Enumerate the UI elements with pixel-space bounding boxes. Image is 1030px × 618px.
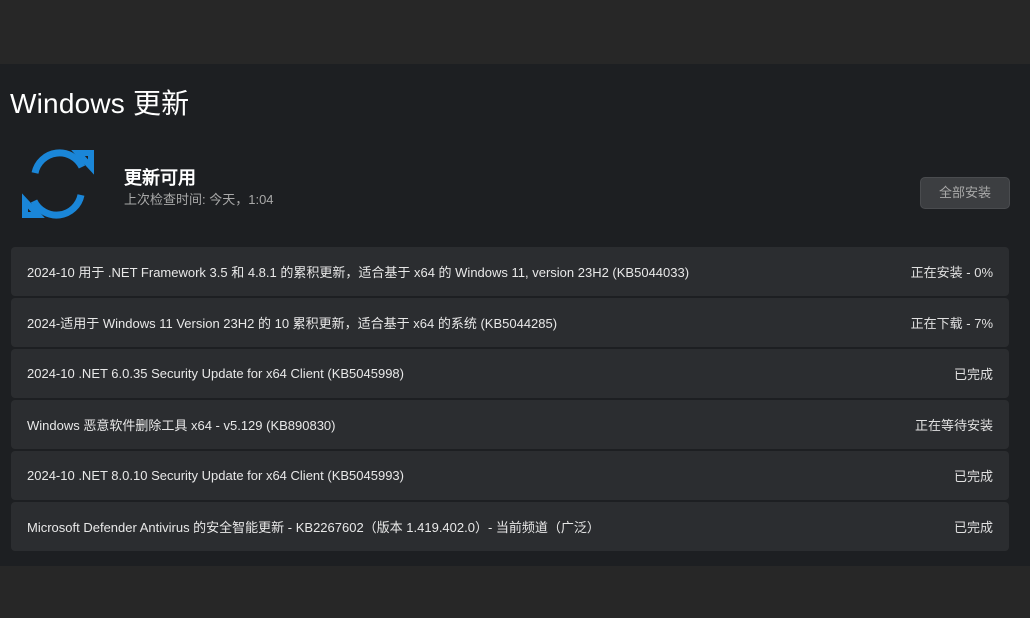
update-row[interactable]: Windows 恶意软件删除工具 x64 - v5.129 (KB890830)… [11,400,1009,449]
update-name: Microsoft Defender Antivirus 的安全智能更新 - K… [27,520,600,535]
top-bar [0,0,1030,64]
update-name: 2024-10 .NET 8.0.10 Security Update for … [27,468,404,483]
update-name: Windows 恶意软件删除工具 x64 - v5.129 (KB890830) [27,418,336,433]
update-status: 已完成 [953,469,993,484]
update-row[interactable]: Microsoft Defender Antivirus 的安全智能更新 - K… [11,502,1009,551]
update-status: 已完成 [953,520,993,535]
update-row[interactable]: 2024-10 .NET 6.0.35 Security Update for … [11,349,1009,398]
update-name: 2024-适用于 Windows 11 Version 23H2 的 10 累积… [27,316,558,331]
update-name: 2024-10 .NET 6.0.35 Security Update for … [27,366,404,381]
update-status: 正在等待安装 [914,418,993,433]
update-status-title: 更新可用 [124,168,196,188]
refresh-icon [22,149,94,219]
install-all-button[interactable]: 全部安装 [920,177,1010,209]
update-name: 2024-10 用于 .NET Framework 3.5 和 4.8.1 的累… [27,265,690,280]
update-status: 正在下载 - 7% [910,316,993,331]
page-title: Windows 更新 [10,88,190,119]
bottom-bar [0,566,1030,618]
update-row[interactable]: 2024-适用于 Windows 11 Version 23H2 的 10 累积… [11,298,1009,347]
last-check-time: 上次检查时间: 今天，1:04 [124,192,274,207]
update-status: 正在安装 - 0% [910,265,993,280]
update-list: 2024-10 用于 .NET Framework 3.5 和 4.8.1 的累… [11,247,1009,553]
update-status: 已完成 [953,367,993,382]
update-row[interactable]: 2024-10 用于 .NET Framework 3.5 和 4.8.1 的累… [11,247,1009,296]
update-row[interactable]: 2024-10 .NET 8.0.10 Security Update for … [11,451,1009,500]
